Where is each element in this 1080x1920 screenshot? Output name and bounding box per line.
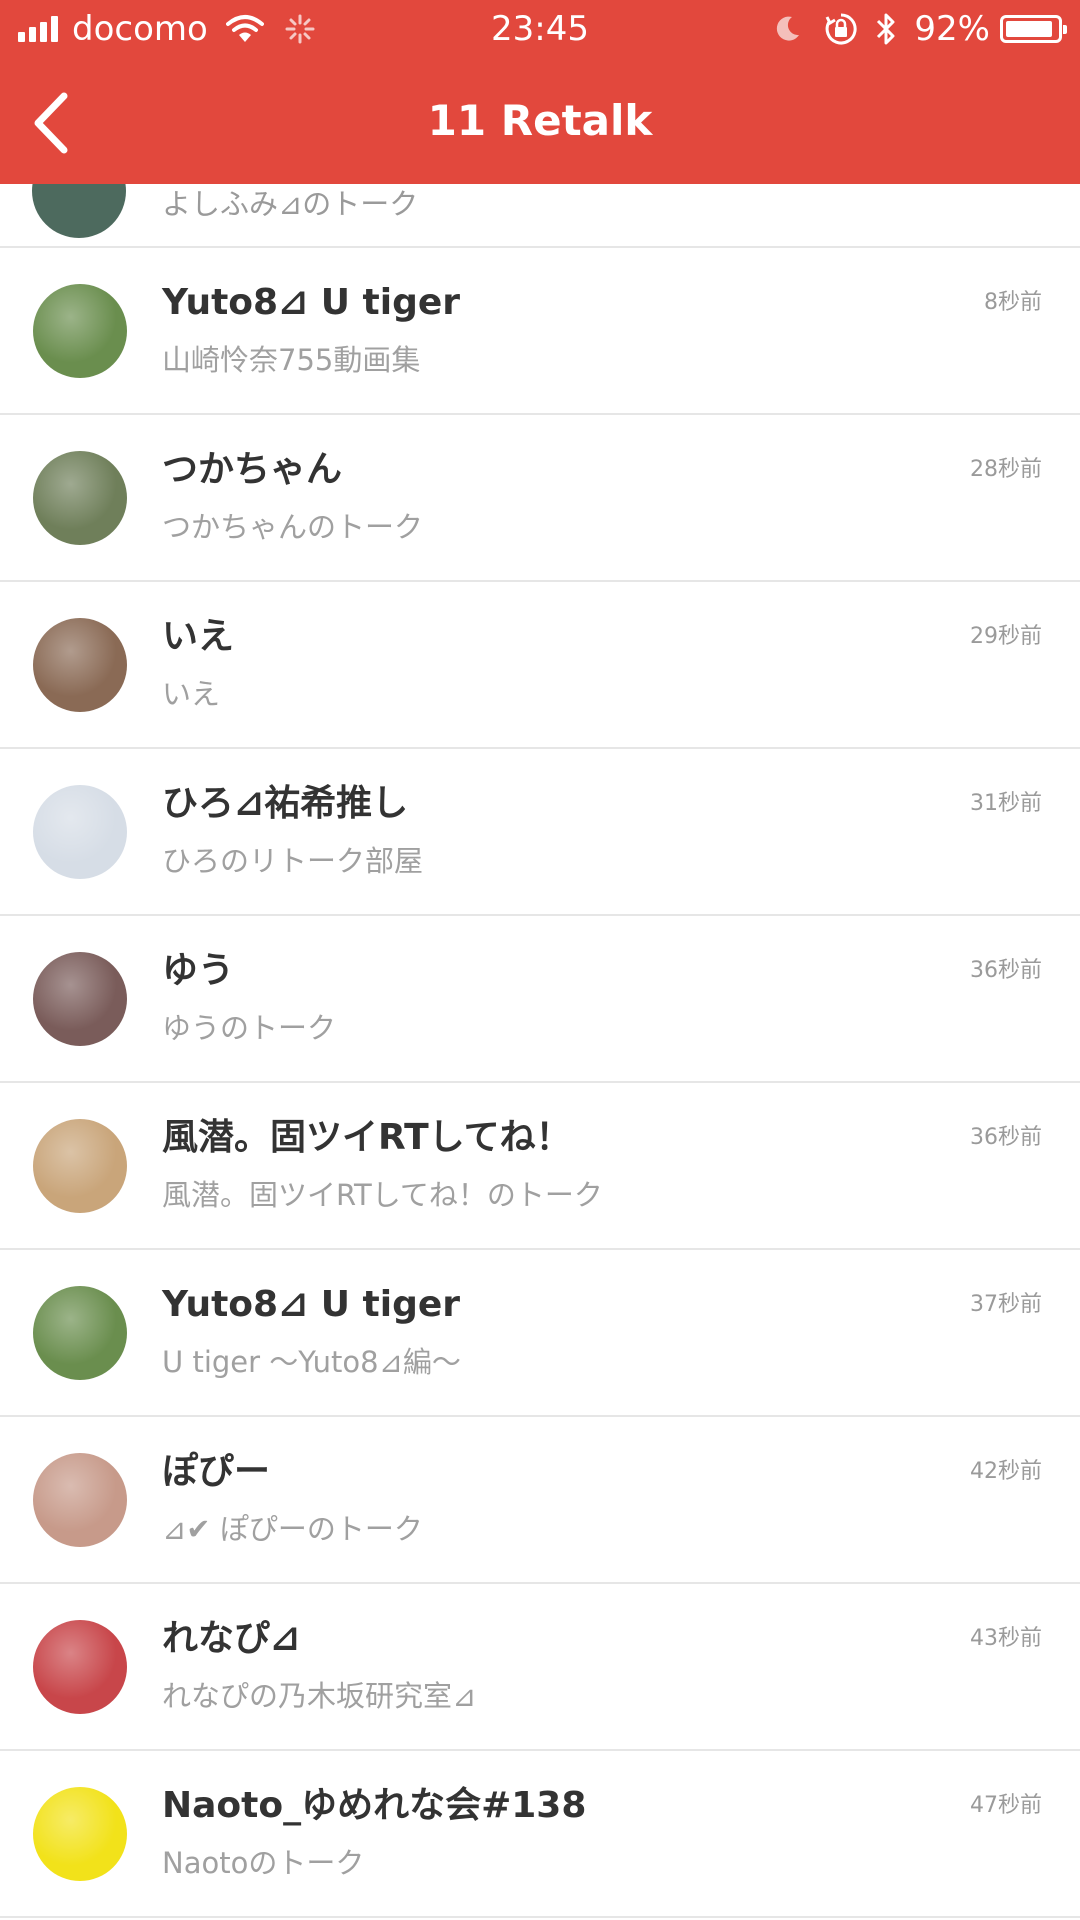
room-subtitle: いえ [162,677,221,711]
user-name: れなぴ⊿ [162,1618,301,1659]
room-subtitle: つかちゃんのトーク [162,510,424,544]
room-subtitle: ゆうのトーク [162,1011,337,1045]
avatar [33,785,127,879]
user-name: いえ [162,616,235,657]
battery-percent: 92% [914,9,990,49]
avatar [33,952,127,1046]
room-subtitle: ひろのリトーク部屋 [162,844,424,878]
avatar [33,451,127,545]
list-item[interactable]: ひろ⊿祐希推しひろのリトーク部屋 31秒前 [0,749,1080,916]
avatar [33,1787,127,1881]
list-item[interactable]: Naoto_ゆめれな会#138 Naotoのトーク 47秒前 [0,1751,1080,1918]
list-item[interactable]: いえ いえ 29秒前 [0,582,1080,749]
timestamp: 28秒前 [970,457,1042,482]
list-item[interactable]: 風潜。固ツイRTしてね！ 風潜。固ツイRTしてね！のトーク 36秒前 [0,1083,1080,1250]
timestamp: 42秒前 [970,1459,1042,1484]
avatar [33,618,127,712]
avatar [33,1620,127,1714]
timestamp: 8秒前 [984,290,1042,315]
page-title: 11 Retalk [427,96,653,145]
avatar [32,184,126,238]
retalk-list[interactable]: よしふみ⊿のトーク Yuto8⊿ U tiger 山崎怜奈755動画集 8秒前つかち… [0,184,1080,1920]
do-not-disturb-moon-icon [777,16,800,41]
room-subtitle: 山崎怜奈755動画集 [162,343,421,377]
avatar [33,1119,127,1213]
timestamp: 31秒前 [970,791,1042,816]
room-subtitle: れなぴの乃木坂研究室⊿ [162,1679,477,1713]
avatar [33,1453,127,1547]
list-item[interactable]: よしふみ⊿のトーク [0,184,1080,248]
user-name: ゆう [162,950,235,991]
list-item[interactable]: ゆうゆうのトーク 36秒前 [0,916,1080,1083]
status-bar: docomo 23:45 92% [0,0,1080,58]
timestamp: 37秒前 [970,1292,1042,1317]
timestamp: 43秒前 [970,1626,1042,1651]
room-subtitle: 風潜。固ツイRTしてね！のトーク [162,1178,603,1212]
room-subtitle: ⊿✔ ぽぴーのトーク [162,1512,423,1546]
user-name: 風潜。固ツイRTしてね！ [162,1117,572,1158]
orientation-lock-icon [826,13,858,45]
list-item[interactable]: Yuto8⊿ U tiger 山崎怜奈755動画集 8秒前 [0,248,1080,415]
user-name: ぽぴー [162,1451,271,1492]
bluetooth-icon [877,13,895,45]
room-subtitle: U tiger 〜Yuto8⊿編〜 [162,1345,461,1379]
room-subtitle: よしふみ⊿のトーク [162,187,419,221]
list-item[interactable]: つかちゃんつかちゃんのトーク 28秒前 [0,415,1080,582]
list-item[interactable]: れなぴ⊿ れなぴの乃木坂研究室⊿ 43秒前 [0,1584,1080,1751]
user-name: ひろ⊿祐希推し [162,783,409,824]
battery-icon [1000,15,1067,43]
timestamp: 29秒前 [970,624,1042,649]
room-subtitle: Naotoのトーク [162,1846,365,1880]
user-name: Yuto8⊿ U tiger [162,282,461,323]
timestamp: 47秒前 [970,1793,1042,1818]
list-item[interactable]: ぽぴー ⊿✔ ぽぴーのトーク 42秒前 [0,1417,1080,1584]
timestamp: 36秒前 [970,958,1042,983]
user-name: Naoto_ゆめれな会#138 [162,1785,587,1826]
user-name: つかちゃん [162,449,343,490]
timestamp: 36秒前 [970,1125,1042,1150]
avatar [33,1286,127,1380]
avatar [33,284,127,378]
nav-bar: 11 Retalk [0,58,1080,184]
user-name: Yuto8⊿ U tiger [162,1284,461,1325]
list-item[interactable]: Yuto8⊿ U tiger U tiger 〜Yuto8⊿編〜 37秒前 [0,1250,1080,1417]
